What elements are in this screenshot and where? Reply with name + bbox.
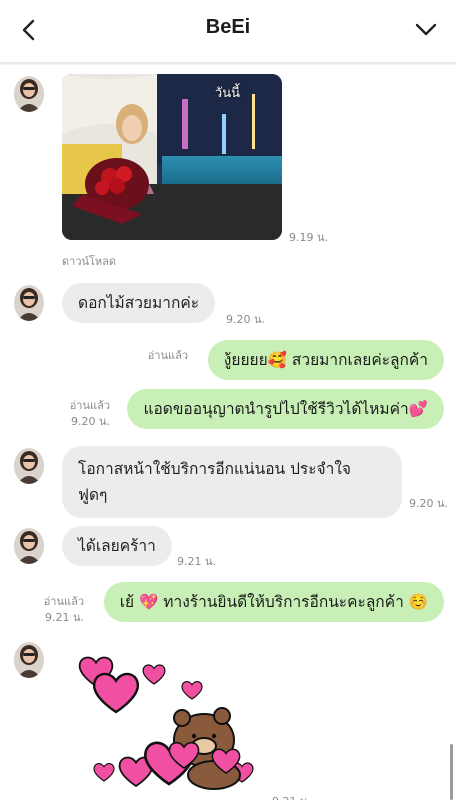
scrollbar[interactable]: [450, 744, 453, 800]
download-link[interactable]: ดาวน์โหลด: [62, 252, 116, 270]
read-receipt: อ่านแล้ว: [69, 399, 110, 412]
read-receipt: อ่านแล้ว: [147, 349, 188, 362]
message-time: 9.20 น.: [70, 415, 110, 428]
message-time: 9.19 น.: [289, 231, 329, 244]
outgoing-message[interactable]: งู้ยยยย🥰 สวยมากเลยค่ะลูกค้า: [207, 340, 444, 380]
header-divider: [0, 62, 456, 65]
shared-photo[interactable]: วันนี้: [62, 74, 282, 240]
chat-screen: BeEi วันนี้ 9.19 น. ดาวน์โหลด ดอกไม้สวยม…: [0, 0, 456, 800]
avatar[interactable]: [14, 285, 44, 321]
read-receipt: อ่านแล้ว: [43, 595, 84, 608]
bear-hearts-sticker[interactable]: [74, 650, 254, 790]
chevron-down-icon[interactable]: [414, 18, 438, 42]
incoming-message[interactable]: โอกาสหน้าใช้บริการอีกแน่นอน ประจำใจ ฟูดๆ: [62, 446, 402, 518]
incoming-message[interactable]: ได้เลยคร้าา: [62, 526, 172, 566]
message-time: 9.20 น.: [409, 497, 449, 510]
photo-caption: วันนี้: [214, 86, 240, 101]
avatar[interactable]: [14, 642, 44, 678]
message-line: โอกาสหน้าใช้บริการอีกแน่นอน ประจำใจ: [78, 460, 351, 478]
message-line: ฟูดๆ: [78, 486, 108, 504]
message-time: 9.21 น.: [272, 792, 311, 800]
incoming-message[interactable]: ดอกไม้สวยมากค่ะ: [62, 283, 216, 323]
message-time: 9.21 น.: [44, 611, 84, 624]
message-time: 9.20 น.: [226, 313, 266, 326]
outgoing-message[interactable]: เย้ 💖 ทางร้านยินดีให้บริการอีกนะคะลูกค้า…: [103, 582, 444, 622]
outgoing-message[interactable]: แอดขออนุญาตนำรูปไปใช้รีวิวได้ไหมค่า💕: [127, 389, 444, 429]
chat-title[interactable]: BeEi: [0, 16, 456, 39]
chat-header: BeEi: [0, 0, 456, 62]
avatar[interactable]: [14, 448, 44, 484]
avatar[interactable]: [14, 528, 44, 564]
message-time: 9.21 น.: [177, 555, 217, 568]
avatar[interactable]: [14, 76, 44, 112]
